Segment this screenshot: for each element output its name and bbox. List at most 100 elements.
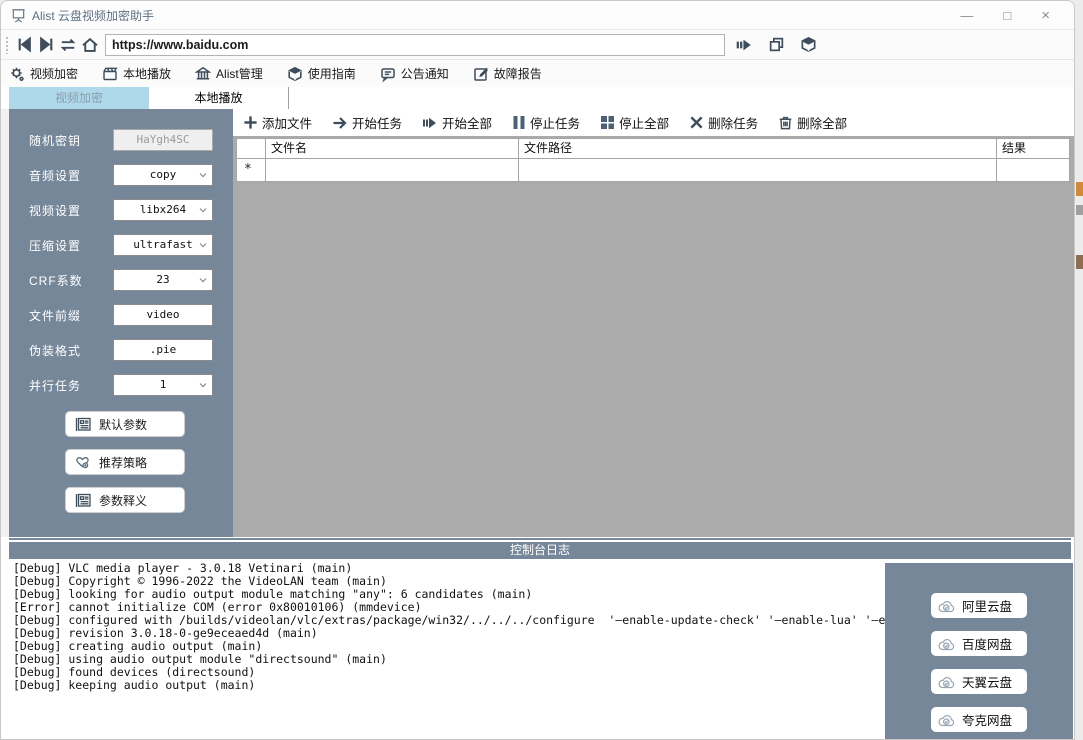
menu-item-local-play[interactable]: 本地播放 (102, 65, 171, 82)
start-all-button[interactable]: 开始全部 (422, 113, 492, 132)
window-controls: — □ × (960, 9, 1064, 22)
console-divider (9, 538, 1071, 540)
stop-all-button[interactable]: 停止全部 (600, 113, 669, 132)
field-label: 文件前缀 (29, 307, 93, 324)
menu-item-video-encrypt[interactable]: 视频加密 (9, 65, 78, 82)
default-params-button[interactable]: 默认参数 (65, 411, 185, 437)
quark-netdisk-button[interactable]: 夸克网盘 (931, 707, 1027, 732)
field-label: 音频设置 (29, 167, 93, 184)
cell-filepath[interactable] (519, 159, 997, 182)
column-header-filepath[interactable]: 文件路径 (519, 138, 997, 159)
browser-navbar: https://www.baidu.com (1, 29, 1074, 59)
menu-label: 视频加密 (30, 65, 78, 82)
parallel-tasks-select[interactable]: 1 (113, 374, 213, 396)
task-area: 添加文件 开始任务 开始全部 停止任务 停止全部 (233, 109, 1074, 537)
desktop-edge-fragment (1076, 205, 1083, 215)
baidu-netdisk-button[interactable]: 百度网盘 (931, 631, 1027, 656)
delete-task-button[interactable]: 删除任务 (689, 113, 758, 132)
clapperboard-icon (102, 66, 118, 82)
button-label: 开始任务 (352, 113, 402, 132)
cell-result[interactable] (997, 159, 1070, 182)
menu-label: 公告通知 (401, 65, 449, 82)
tab-local-play[interactable]: 本地播放 (149, 87, 289, 109)
forward-button[interactable] (35, 34, 57, 56)
file-prefix-input[interactable]: video (113, 304, 213, 326)
button-label: 停止全部 (619, 113, 669, 132)
menu-item-alist-manage[interactable]: Alist管理 (195, 65, 263, 82)
menu-item-guide[interactable]: 使用指南 (287, 65, 356, 82)
stop-task-button[interactable]: 停止任务 (512, 113, 580, 132)
window-title: Alist 云盘视频加密助手 (32, 7, 154, 24)
menu-item-bug-report[interactable]: 故障报告 (473, 65, 542, 82)
select-value: ultrafast (133, 238, 193, 251)
x-icon (689, 115, 704, 130)
button-label: 删除任务 (708, 113, 758, 132)
add-file-button[interactable]: 添加文件 (243, 113, 312, 132)
random-key-input[interactable]: HaYgh4SC (113, 129, 213, 151)
field-label: 并行任务 (29, 377, 93, 394)
delete-all-button[interactable]: 删除全部 (778, 113, 847, 132)
audio-setting-select[interactable]: copy (113, 164, 213, 186)
button-label: 阿里云盘 (962, 596, 1012, 615)
gear-icon (9, 66, 25, 82)
chevron-down-icon (197, 169, 209, 181)
tab-video-encrypt[interactable]: 视频加密 (9, 87, 149, 109)
field-crf: CRF系数 23 (29, 269, 233, 291)
menu-label: 本地播放 (123, 65, 171, 82)
menu-label: 使用指南 (308, 65, 356, 82)
speech-bubble-icon (380, 66, 396, 82)
table-row[interactable]: * (236, 159, 1070, 182)
chevron-down-icon (197, 379, 209, 391)
close-button[interactable]: × (1041, 9, 1050, 22)
select-value: 1 (160, 378, 167, 391)
disguise-format-input[interactable]: .pie (113, 339, 213, 361)
maximize-button[interactable]: □ (1003, 9, 1011, 22)
cloud-check-icon (938, 713, 955, 727)
start-task-button[interactable]: 开始任务 (332, 113, 402, 132)
column-header-result[interactable]: 结果 (997, 138, 1070, 159)
cloud-drive-panel: 阿里云盘 百度网盘 天翼云盘 夸克网盘 (885, 563, 1073, 740)
refresh-icon[interactable] (57, 34, 79, 56)
copy-icon[interactable] (765, 34, 787, 56)
package-icon[interactable] (797, 34, 819, 56)
tianyi-cloud-button[interactable]: 天翼云盘 (931, 669, 1027, 694)
go-button[interactable] (733, 34, 755, 56)
toolbar-gripper (5, 36, 9, 54)
compress-setting-select[interactable]: ultrafast (113, 234, 213, 256)
menu-label: 故障报告 (494, 65, 542, 82)
cell-filename[interactable] (266, 159, 519, 182)
param-explain-button[interactable]: 参数释义 (65, 487, 185, 513)
minimize-button[interactable]: — (960, 9, 973, 22)
video-setting-select[interactable]: libx264 (113, 199, 213, 221)
menu-item-announcement[interactable]: 公告通知 (380, 65, 449, 82)
field-file-prefix: 文件前缀 video (29, 304, 233, 326)
button-label: 开始全部 (442, 113, 492, 132)
field-label: 随机密钥 (29, 132, 93, 149)
column-header-filename[interactable]: 文件名 (266, 138, 519, 159)
aliyun-drive-button[interactable]: 阿里云盘 (931, 593, 1027, 618)
crf-select[interactable]: 23 (113, 269, 213, 291)
chevron-down-icon (197, 204, 209, 216)
button-label: 添加文件 (262, 113, 312, 132)
form-icon (74, 417, 91, 432)
main-area: 随机密钥 HaYgh4SC 音频设置 copy 视频设置 libx264 压缩设… (1, 109, 1075, 537)
url-input[interactable]: https://www.baidu.com (105, 34, 725, 56)
home-button[interactable] (79, 34, 101, 56)
row-header-cell (236, 138, 266, 159)
button-label: 默认参数 (99, 416, 147, 433)
form-icon (74, 493, 91, 508)
field-label: 视频设置 (29, 202, 93, 219)
back-button[interactable] (13, 34, 35, 56)
button-label: 推荐策略 (99, 454, 147, 471)
select-value: 23 (156, 273, 169, 286)
chevron-down-icon (197, 274, 209, 286)
plus-icon (243, 115, 258, 130)
cube-icon (287, 66, 303, 82)
pause-icon (512, 115, 526, 130)
recommend-strategy-button[interactable]: 推荐策略 (65, 449, 185, 475)
app-icon (11, 8, 26, 23)
report-edit-icon (473, 66, 489, 82)
field-random-key: 随机密钥 HaYgh4SC (29, 129, 233, 151)
tabbar: 视频加密 本地播放 (1, 87, 1074, 109)
menubar: 视频加密 本地播放 Alist管理 使用指南 公告通知 故障报告 (1, 59, 1074, 87)
